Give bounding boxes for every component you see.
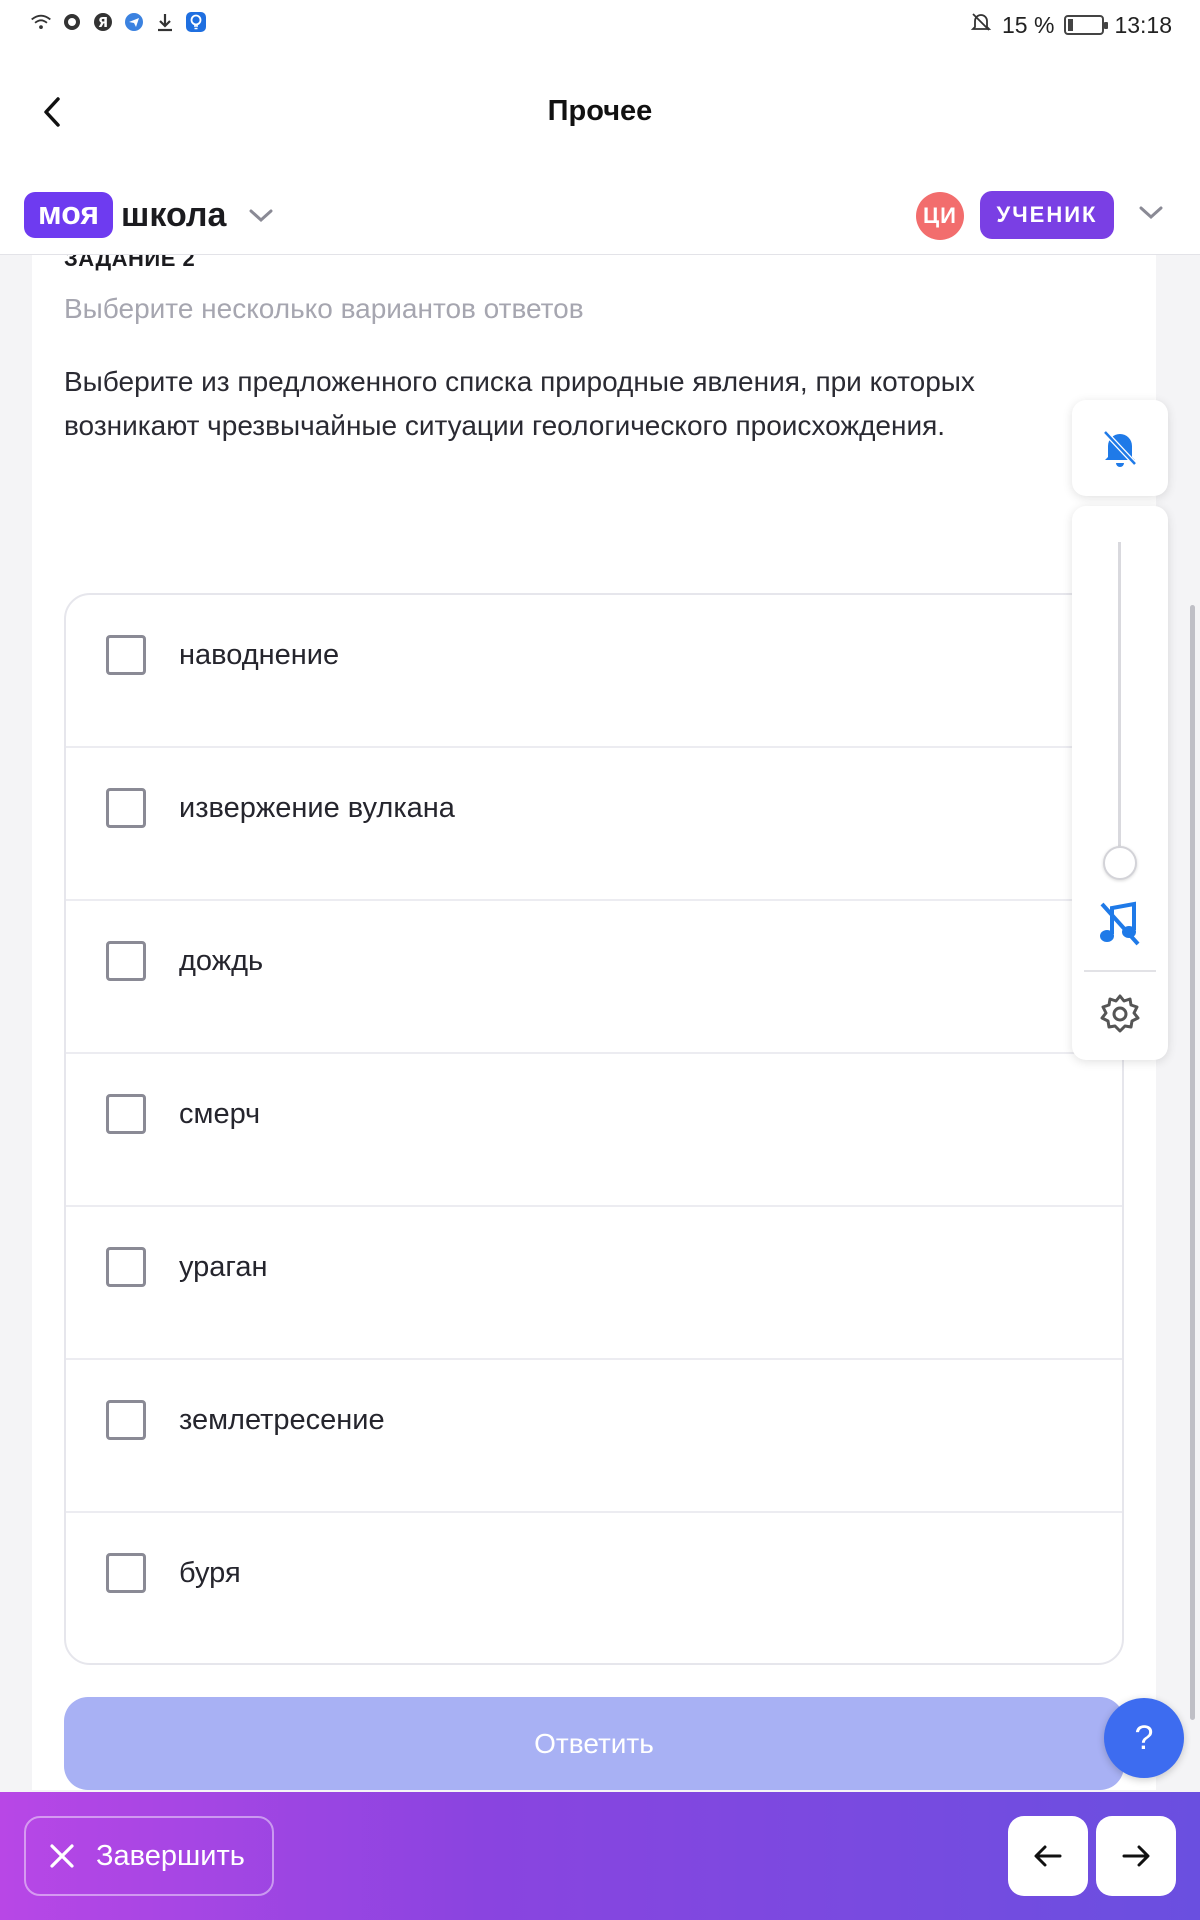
chevron-down-icon[interactable] bbox=[1138, 205, 1164, 226]
logo-part-moya: моя bbox=[24, 192, 114, 238]
option-label: смерч bbox=[179, 1098, 261, 1130]
volume-slider-thumb[interactable] bbox=[1103, 846, 1137, 880]
option-label: ураган bbox=[179, 1251, 268, 1283]
answer-button[interactable]: Ответить bbox=[64, 1697, 1124, 1790]
option-label: дождь bbox=[179, 945, 264, 977]
option-label: буря bbox=[179, 1557, 241, 1589]
option-item[interactable]: дождь bbox=[66, 901, 1122, 1054]
help-button[interactable]: ? bbox=[1104, 1698, 1184, 1778]
option-label: извержение вулкана bbox=[179, 792, 455, 824]
mute-notifications-button[interactable] bbox=[1072, 400, 1168, 496]
finish-label: Завершить bbox=[96, 1839, 245, 1872]
lightbulb-icon bbox=[185, 11, 207, 33]
title-bar: Прочее bbox=[0, 50, 1200, 175]
chevron-down-icon[interactable] bbox=[248, 208, 274, 229]
yandex-icon: Я bbox=[92, 11, 114, 33]
bottom-bar: Завершить bbox=[0, 1792, 1200, 1920]
svg-text:Я: Я bbox=[98, 16, 108, 31]
close-icon bbox=[50, 1844, 74, 1868]
audio-panel bbox=[1072, 506, 1168, 1060]
option-checkbox[interactable] bbox=[106, 941, 146, 981]
answer-options: наводнение извержение вулкана дождь смер… bbox=[64, 593, 1124, 1665]
role-button[interactable]: УЧЕНИК bbox=[980, 191, 1114, 239]
option-label: наводнение bbox=[179, 639, 340, 671]
option-item[interactable]: буря bbox=[66, 1513, 1122, 1663]
music-off-button[interactable] bbox=[1098, 900, 1142, 948]
option-item[interactable]: извержение вулкана bbox=[66, 748, 1122, 901]
option-item[interactable]: наводнение bbox=[66, 595, 1122, 748]
battery-percent: 15 % bbox=[1002, 11, 1055, 38]
finish-button[interactable]: Завершить bbox=[24, 1816, 274, 1896]
option-item[interactable]: землетресение bbox=[66, 1360, 1122, 1513]
arrow-left-icon bbox=[1034, 1845, 1062, 1867]
option-checkbox[interactable] bbox=[106, 1400, 146, 1440]
previous-button[interactable] bbox=[1008, 1816, 1088, 1896]
music-off-icon bbox=[1100, 901, 1140, 946]
option-item[interactable]: ураган bbox=[66, 1207, 1122, 1360]
option-checkbox[interactable] bbox=[106, 1553, 146, 1593]
settings-button[interactable] bbox=[1098, 992, 1142, 1036]
volume-slider-track[interactable] bbox=[1118, 542, 1121, 864]
page-title: Прочее bbox=[547, 95, 653, 127]
app-header: моя школа ЦИ УЧЕНИК bbox=[0, 175, 1200, 255]
bell-off-icon bbox=[1103, 430, 1137, 467]
option-checkbox[interactable] bbox=[106, 788, 146, 828]
chat-icon bbox=[61, 11, 83, 33]
avatar[interactable]: ЦИ bbox=[916, 192, 964, 240]
gear-icon bbox=[1100, 994, 1140, 1033]
task-question: Выберите из предложенного списка природн… bbox=[64, 366, 975, 441]
school-logo[interactable]: моя школа bbox=[24, 192, 274, 238]
task-hint: Выберите несколько вариантов ответов bbox=[64, 293, 584, 324]
clock: 13:18 bbox=[1114, 11, 1172, 38]
logo-part-shkola: школа bbox=[121, 196, 227, 234]
download-icon bbox=[154, 11, 176, 33]
next-button[interactable] bbox=[1096, 1816, 1176, 1896]
battery-icon bbox=[1064, 15, 1109, 35]
status-bar: Я 15 % 13:18 bbox=[0, 0, 1200, 50]
wifi-icon bbox=[30, 11, 52, 33]
scrollbar[interactable] bbox=[1190, 605, 1195, 1720]
option-label: землетресение bbox=[179, 1404, 385, 1436]
bell-off-icon bbox=[970, 11, 992, 39]
option-checkbox[interactable] bbox=[106, 1094, 146, 1134]
arrow-right-icon bbox=[1122, 1845, 1150, 1867]
option-checkbox[interactable] bbox=[106, 1247, 146, 1287]
option-item[interactable]: смерч bbox=[66, 1054, 1122, 1207]
divider bbox=[1084, 970, 1156, 972]
telegram-icon bbox=[123, 11, 145, 33]
option-checkbox[interactable] bbox=[106, 635, 146, 675]
